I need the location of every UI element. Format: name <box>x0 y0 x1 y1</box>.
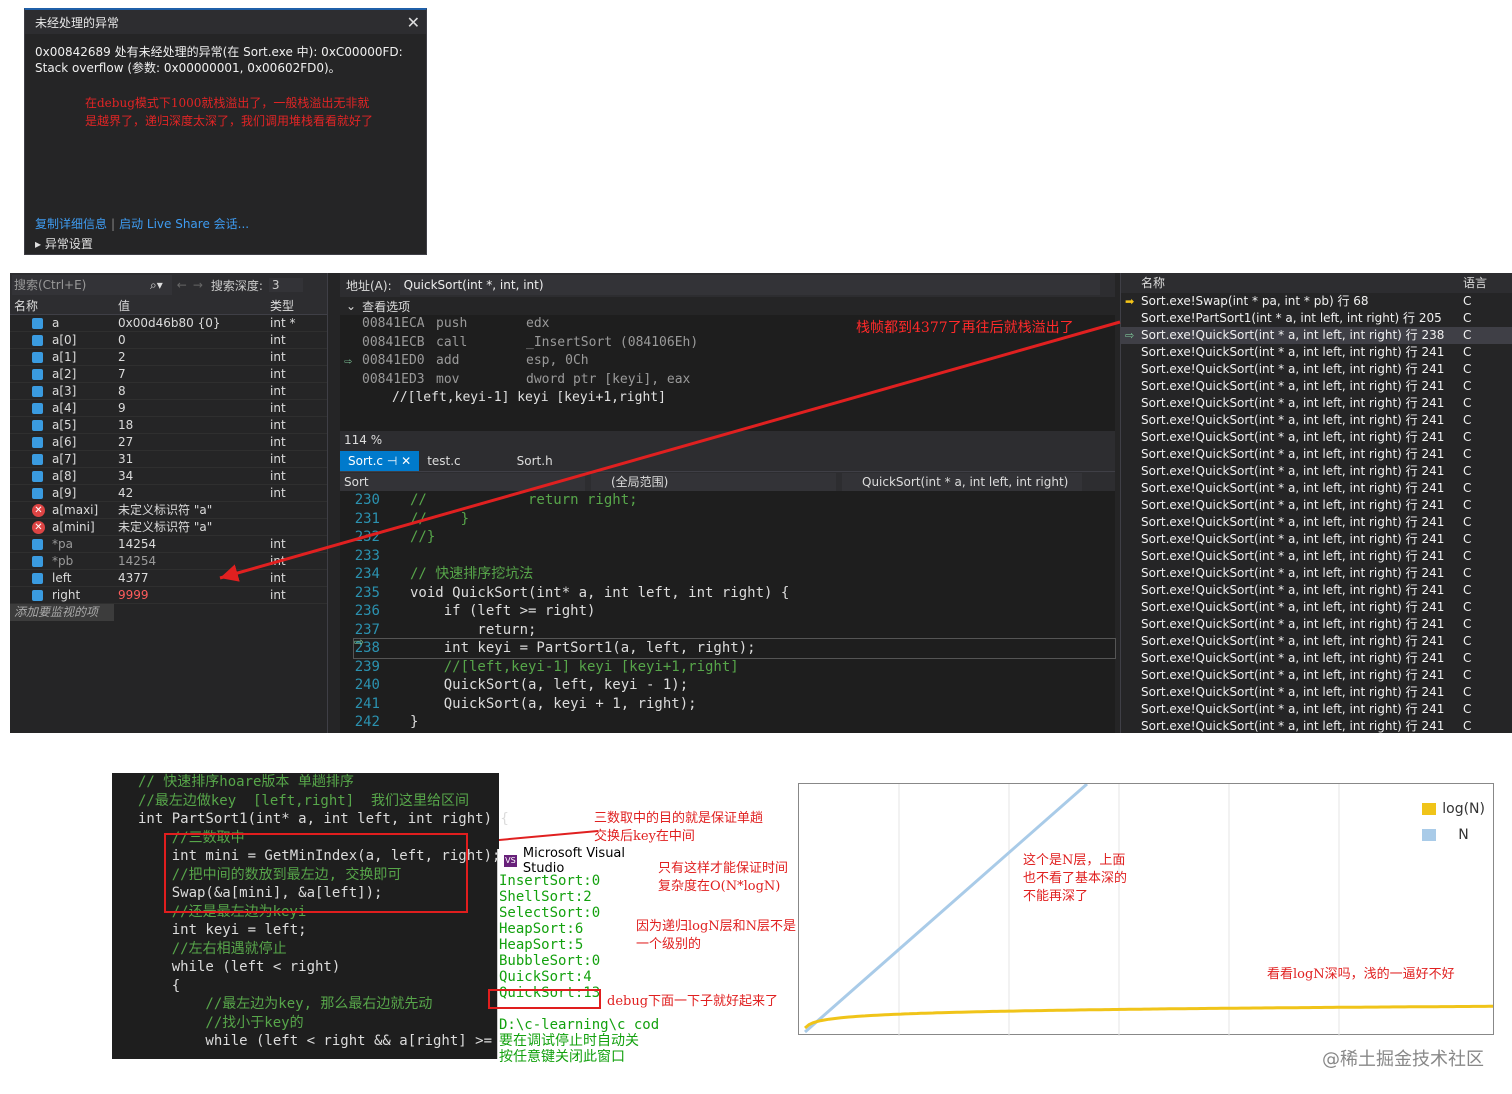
watermark: @稀土掘金技术社区 <box>1322 1049 1484 1070</box>
code-line: //找小于key的 <box>138 1014 499 1033</box>
console-line: HeapSort:6 <box>499 921 584 937</box>
code-line: //最左边做key [left,right] 我们这里给区间 <box>138 792 499 811</box>
chart-note-n: 这个是N层，上面也不看了基本深的不能再深了 <box>1023 853 1128 904</box>
code-text: int PartSort1(int* a, int left, int righ… <box>138 811 509 827</box>
chart-svg <box>804 782 1493 1036</box>
code-line: //最左边为key, 那么最右边就先动 <box>138 995 499 1014</box>
legend-logn-swatch <box>1422 803 1437 815</box>
note-complexity: 只有这样才能保证时间复杂度在O(N*logN) <box>658 861 789 894</box>
series-logn-line <box>804 1004 1493 1030</box>
code-line: while (left < right) <box>138 958 499 977</box>
console-window: VS Microsoft Visual Studio InsertSort:0 Sh… <box>488 846 659 1065</box>
code-text: { <box>138 977 181 994</box>
code-text: int keyi = left; <box>138 922 307 938</box>
chart-legend: log(N) N <box>1422 796 1485 848</box>
code-line: int keyi = left; <box>138 921 499 940</box>
note-recursion: 因为递归logN层和N层不是一个级别的 <box>636 919 797 952</box>
console-title: Microsoft Visual Studio <box>522 846 626 876</box>
arrow-stack-to-left <box>219 320 1121 582</box>
vs-icon: VS <box>504 855 517 867</box>
console-line: QuickSort:4 <box>499 969 592 985</box>
console-line: ShellSort:2 <box>499 889 592 905</box>
chart-note-logn: 看看logN深吗，浅的一逼好不好 <box>1267 967 1455 982</box>
code-text: while (left < right && a[right] >= a[key <box>138 1033 543 1049</box>
console-line: HeapSort:5 <box>499 937 584 953</box>
code-line: int PartSort1(int* a, int left, int righ… <box>138 810 509 829</box>
console-title-bar: VS Microsoft Visual Studio <box>498 846 659 876</box>
console-line: D:\c-learning\c code <box>499 1017 659 1033</box>
legend-n: N <box>1422 822 1485 848</box>
legend-logn-label: log(N) <box>1442 801 1485 817</box>
code-text: // 快速排序hoare版本 单趟排序 <box>138 774 354 790</box>
growth-chart: log(N) N 这个是N层，上面也不看了基本深的不能再深了 看看logN深吗，… <box>798 782 1494 1036</box>
legend-logn: log(N) <box>1422 796 1485 822</box>
series-n-line <box>804 782 1088 1034</box>
code-line: //左右相遇就停止 <box>138 940 499 959</box>
quicksort-highlight <box>488 989 601 1009</box>
bottom-code-editor: // 快速排序hoare版本 单趟排序 //最左边做key [left,right… <box>112 773 543 1059</box>
note-median: 三数取中的目的就是保证单趟交换后key在中间 <box>594 811 764 844</box>
note-debug: debug下面一下子就好起来了 <box>607 994 779 1009</box>
code-text: //找小于key的 <box>138 1014 304 1031</box>
legend-n-label: N <box>1458 827 1469 843</box>
console-output: InsertSort:0 ShellSort:2 SelectSort:0 HeapS… <box>498 873 659 1065</box>
console-line: SelectSort:0 <box>499 905 601 921</box>
code-text: //最左边做key [left,right] 我们这里给区间 <box>138 792 470 809</box>
code-line: { <box>138 977 499 996</box>
code-text: //最左边为key, 那么最右边就先动 <box>138 996 433 1012</box>
code-line: // 快速排序hoare版本 单趟排序 <box>138 773 499 792</box>
console-line: BubbleSort:0 <box>499 953 601 969</box>
console-line: 要在调试停止时自动关 <box>499 1033 639 1049</box>
code-text: //左右相遇就停止 <box>138 940 287 957</box>
median-of-three-highlight <box>164 833 468 913</box>
legend-n-swatch <box>1422 829 1437 841</box>
code-line: while (left < right && a[right] >= a[key <box>138 1032 542 1051</box>
code-text: while (left < right) <box>138 959 341 975</box>
console-line: 按任意键关闭此窗口 <box>499 1049 625 1065</box>
